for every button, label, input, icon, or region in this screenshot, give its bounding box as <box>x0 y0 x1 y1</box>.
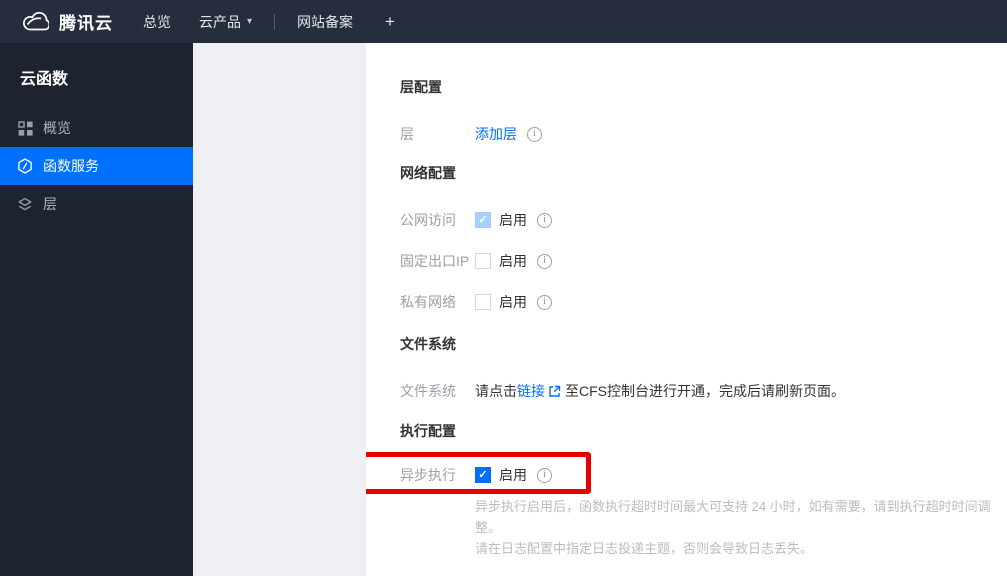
main-content: 层配置 层 添加层 i 网络配置 公网访问 ✓ 启用 i 固定出口IP ✓ 启用… <box>366 43 1007 576</box>
add-layer-link[interactable]: 添加层 <box>475 124 517 144</box>
nav-item-label: 网站备案 <box>297 13 354 30</box>
section-title-layer-config: 层配置 <box>400 79 442 95</box>
field-label-private-network: 私有网络 <box>400 294 456 310</box>
info-icon[interactable]: i <box>537 467 552 483</box>
cloud-logo-icon <box>22 12 49 31</box>
section-title-network-config: 网络配置 <box>400 165 456 181</box>
field-label-fixed-outbound-ip: 固定出口IP <box>400 253 470 269</box>
section-title-execution-config: 执行配置 <box>400 423 456 439</box>
sidebar-item-label: 概览 <box>43 120 71 136</box>
sidebar-item-label: 函数服务 <box>43 158 99 174</box>
field-label-public-network-access: 公网访问 <box>400 212 456 228</box>
info-icon[interactable]: i <box>527 126 542 142</box>
sidebar-item-overview[interactable]: 概览 <box>0 109 193 147</box>
nav-item-cloud-products[interactable]: 云产品 ▾ <box>185 0 266 43</box>
nav-item-label: 云产品 <box>199 13 241 30</box>
section-title-file-system: 文件系统 <box>400 336 456 352</box>
enable-checkbox-label[interactable]: 启用 <box>499 210 527 230</box>
hint-text-before: 请点击 <box>475 383 517 399</box>
secondary-panel <box>193 43 366 576</box>
sidebar-item-label: 层 <box>43 196 57 212</box>
description-line: 异步执行启用后，函数执行超时时间最大可支持 24 小时，如有需要，请到执行超时时… <box>475 499 991 535</box>
hint-text-after: 至CFS控制台进行开通，完成后请刷新页面。 <box>565 383 845 399</box>
form-row-async-execution: 异步执行 ✓ 启用 i <box>366 452 1007 494</box>
field-label-file-system: 文件系统 <box>400 383 456 399</box>
cfs-console-link[interactable]: 链接 <box>517 381 545 401</box>
public-network-checkbox[interactable]: ✓ <box>475 212 491 228</box>
nav-item-website-filing[interactable]: 网站备案 <box>283 0 367 43</box>
enable-checkbox-label[interactable]: 启用 <box>499 251 527 271</box>
form-row-public-network: 公网访问 ✓ 启用 i <box>400 210 1007 230</box>
info-icon[interactable]: i <box>537 212 552 228</box>
form-row-fixed-outbound-ip: 固定出口IP ✓ 启用 i <box>400 251 1007 271</box>
tencent-cloud-logo[interactable]: 腾讯云 <box>0 9 113 34</box>
sidebar-title: 云函数 <box>20 71 69 88</box>
function-hexagon-icon <box>17 158 33 174</box>
check-icon: ✓ <box>478 213 488 226</box>
sidebar-item-function-service[interactable]: 函数服务 <box>0 147 193 185</box>
sidebar-item-layers[interactable]: 层 <box>0 185 193 223</box>
check-icon: ✓ <box>478 468 488 481</box>
form-row-private-network: 私有网络 ✓ 启用 i <box>400 292 1007 312</box>
nav-item-label: 总览 <box>143 13 171 30</box>
brand-name: 腾讯云 <box>59 14 113 33</box>
sidebar: 云函数 概览 函数服务 层 <box>0 43 193 576</box>
async-execution-checkbox[interactable]: ✓ <box>475 467 491 483</box>
enable-checkbox-label[interactable]: 启用 <box>499 465 527 485</box>
grid-overview-icon <box>17 120 33 136</box>
description-line: 请在日志配置中指定日志投递主题，否则会导致日志丢失。 <box>475 541 814 556</box>
nav-add-tab-button[interactable]: + <box>367 0 413 43</box>
plus-icon: + <box>385 11 395 31</box>
nav-items: 总览 云产品 ▾ 网站备案 + <box>129 0 413 43</box>
fixed-outbound-ip-checkbox[interactable]: ✓ <box>475 253 491 269</box>
enable-checkbox-label[interactable]: 启用 <box>499 292 527 312</box>
file-system-hint: 请点击 链接 至CFS控制台进行开通，完成后请刷新页面。 <box>475 381 845 401</box>
private-network-checkbox[interactable]: ✓ <box>475 294 491 310</box>
layers-icon <box>17 196 33 212</box>
nav-divider <box>274 13 276 30</box>
form-row-file-system: 文件系统 请点击 链接 至CFS控制台进行开通，完成后请刷新页面。 <box>400 381 1007 401</box>
chevron-down-icon: ▾ <box>247 16 253 27</box>
form-row-layer: 层 添加层 i <box>400 124 1007 144</box>
top-navigation-bar: 腾讯云 总览 云产品 ▾ 网站备案 + <box>0 0 1007 43</box>
external-link-icon <box>548 385 561 398</box>
field-label-layer: 层 <box>400 126 414 142</box>
async-execution-description: 异步执行启用后，函数执行超时时间最大可支持 24 小时，如有需要，请到执行超时时… <box>475 496 1007 559</box>
nav-item-overview[interactable]: 总览 <box>129 0 185 43</box>
info-icon[interactable]: i <box>537 294 552 310</box>
info-icon[interactable]: i <box>537 253 552 269</box>
field-label-async-execution: 异步执行 <box>400 467 456 483</box>
